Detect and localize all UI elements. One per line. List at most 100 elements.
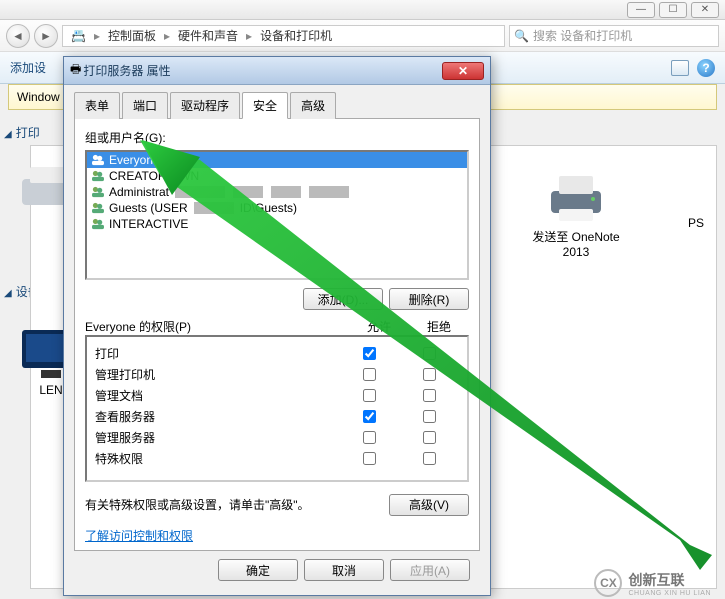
search-placeholder: 搜索 设备和打印机: [533, 27, 632, 44]
perm-allow-checkbox[interactable]: [363, 452, 376, 465]
crumb-1[interactable]: 控制面板: [104, 27, 160, 44]
perm-name: 管理打印机: [95, 366, 339, 383]
nav-toolbar: ◄ ► 📇 ▸ 控制面板 ▸ 硬件和声音 ▸ 设备和打印机 🔍 搜索 设备和打印…: [0, 20, 725, 52]
perm-deny-checkbox[interactable]: [423, 410, 436, 423]
advanced-button[interactable]: 高级(V): [389, 494, 469, 516]
device-onenote[interactable]: 发送至 OneNote 2013: [521, 171, 631, 259]
breadcrumb[interactable]: 📇 ▸ 控制面板 ▸ 硬件和声音 ▸ 设备和打印机: [62, 25, 505, 47]
printer-icon: [541, 171, 611, 226]
tab-ports[interactable]: 端口: [122, 92, 168, 119]
users-icon: [91, 202, 105, 214]
users-listbox[interactable]: Everyone CREATOR OWN Administrat Guests: [85, 150, 469, 280]
tab-advanced[interactable]: 高级: [290, 92, 336, 119]
perm-deny-checkbox[interactable]: [423, 389, 436, 402]
watermark-brand: 创新互联: [628, 570, 711, 590]
user-item-everyone[interactable]: Everyone: [87, 152, 467, 168]
add-device-link[interactable]: 添加设: [10, 59, 46, 76]
perm-row: 管理服务器: [91, 427, 463, 448]
tab-drivers[interactable]: 驱动程序: [170, 92, 240, 119]
add-button[interactable]: 添加(D)...: [303, 288, 383, 310]
watermark-sub: CHUANG XIN HU LIAN: [628, 590, 711, 597]
users-icon: [91, 170, 105, 182]
perm-row: 查看服务器: [91, 406, 463, 427]
cat-printers[interactable]: ◢打印: [4, 124, 61, 141]
device-len-label: LEN: [39, 383, 62, 397]
perm-deny-checkbox[interactable]: [423, 452, 436, 465]
apply-button[interactable]: 应用(A): [390, 559, 470, 581]
perm-row: 管理文档: [91, 385, 463, 406]
back-button[interactable]: ◄: [6, 24, 30, 48]
chevron-right-icon: ▸: [160, 29, 174, 43]
watermark: CX 创新互联 CHUANG XIN HU LIAN: [594, 569, 711, 597]
crumb-3[interactable]: 设备和打印机: [256, 27, 336, 44]
redacted: [233, 186, 263, 198]
perm-allow-checkbox[interactable]: [363, 389, 376, 402]
user-name-suffix: ID\Guests): [240, 201, 297, 215]
perm-deny-checkbox[interactable]: [423, 368, 436, 381]
chevron-right-icon: ▸: [90, 29, 104, 43]
perm-label: Everyone 的权限(P): [85, 318, 349, 335]
chevron-right-icon: ▸: [242, 29, 256, 43]
watermark-logo-icon: CX: [594, 569, 622, 597]
user-item-creator[interactable]: CREATOR OWN: [87, 168, 467, 184]
search-icon: 🔍: [514, 29, 529, 43]
close-button[interactable]: ✕: [691, 2, 719, 18]
perm-name: 特殊权限: [95, 450, 339, 467]
user-name: CREATOR OWN: [109, 169, 199, 183]
help-icon[interactable]: ?: [697, 59, 715, 77]
info-text: Window: [17, 90, 60, 104]
tab-strip: 表单 端口 驱动程序 安全 高级: [74, 91, 480, 119]
minimize-button[interactable]: —: [627, 2, 655, 18]
maximize-button[interactable]: ☐: [659, 2, 687, 18]
dialog-titlebar[interactable]: 🖶 打印服务器 属性 ✕: [64, 57, 490, 85]
perm-name: 打印: [95, 345, 339, 362]
users-icon: [91, 154, 105, 166]
perm-name: 管理服务器: [95, 429, 339, 446]
perm-allow-checkbox[interactable]: [363, 347, 376, 360]
perm-row: 打印: [91, 343, 463, 364]
view-button[interactable]: [671, 60, 689, 76]
user-name: Administrat: [109, 185, 169, 199]
users-icon: [91, 218, 105, 230]
tab-forms[interactable]: 表单: [74, 92, 120, 119]
perm-allow-checkbox[interactable]: [363, 368, 376, 381]
perm-name: 查看服务器: [95, 408, 339, 425]
user-item-admin[interactable]: Administrat: [87, 184, 467, 200]
permissions-listbox[interactable]: 打印管理打印机管理文档查看服务器管理服务器特殊权限: [85, 335, 469, 482]
user-item-interactive[interactable]: INTERACTIVE: [87, 216, 467, 232]
dialog-buttons: 确定 取消 应用(A): [74, 551, 480, 589]
ok-button[interactable]: 确定: [218, 559, 298, 581]
device-ps-label: PS: [688, 216, 704, 230]
learn-link[interactable]: 了解访问控制和权限: [85, 529, 193, 543]
redacted: [309, 186, 349, 198]
permissions-header: Everyone 的权限(P) 允许 拒绝: [85, 318, 469, 335]
folder-icon: 📇: [67, 29, 90, 43]
device-label: 发送至 OneNote 2013: [521, 228, 631, 259]
redacted: [175, 186, 225, 198]
perm-deny-checkbox[interactable]: [423, 347, 436, 360]
window-titlebar[interactable]: — ☐ ✕: [0, 0, 725, 20]
redacted: [271, 186, 301, 198]
perm-row: 特殊权限: [91, 448, 463, 469]
print-server-properties-dialog: 🖶 打印服务器 属性 ✕ 表单 端口 驱动程序 安全 高级 组或用户名(G): …: [63, 56, 491, 596]
perm-deny-checkbox[interactable]: [423, 431, 436, 444]
cancel-button[interactable]: 取消: [304, 559, 384, 581]
perm-allow-checkbox[interactable]: [363, 410, 376, 423]
user-item-guests[interactable]: Guests (USER ID\Guests): [87, 200, 467, 216]
search-input[interactable]: 🔍 搜索 设备和打印机: [509, 25, 719, 47]
perm-allow-checkbox[interactable]: [363, 431, 376, 444]
perm-name: 管理文档: [95, 387, 339, 404]
advanced-hint: 有关特殊权限或高级设置，请单击"高级"。: [85, 496, 310, 513]
users-icon: [91, 186, 105, 198]
remove-button[interactable]: 删除(R): [389, 288, 469, 310]
security-tab-panel: 组或用户名(G): Everyone CREATOR OWN Administr…: [74, 119, 480, 551]
device-ps[interactable]: PS: [681, 214, 711, 230]
crumb-2[interactable]: 硬件和声音: [174, 27, 242, 44]
user-name: INTERACTIVE: [109, 217, 188, 231]
allow-header: 允许: [349, 318, 409, 335]
tab-security[interactable]: 安全: [242, 92, 288, 119]
user-name: Everyone: [109, 153, 160, 167]
forward-button[interactable]: ►: [34, 24, 58, 48]
dialog-close-button[interactable]: ✕: [442, 62, 484, 80]
perm-row: 管理打印机: [91, 364, 463, 385]
